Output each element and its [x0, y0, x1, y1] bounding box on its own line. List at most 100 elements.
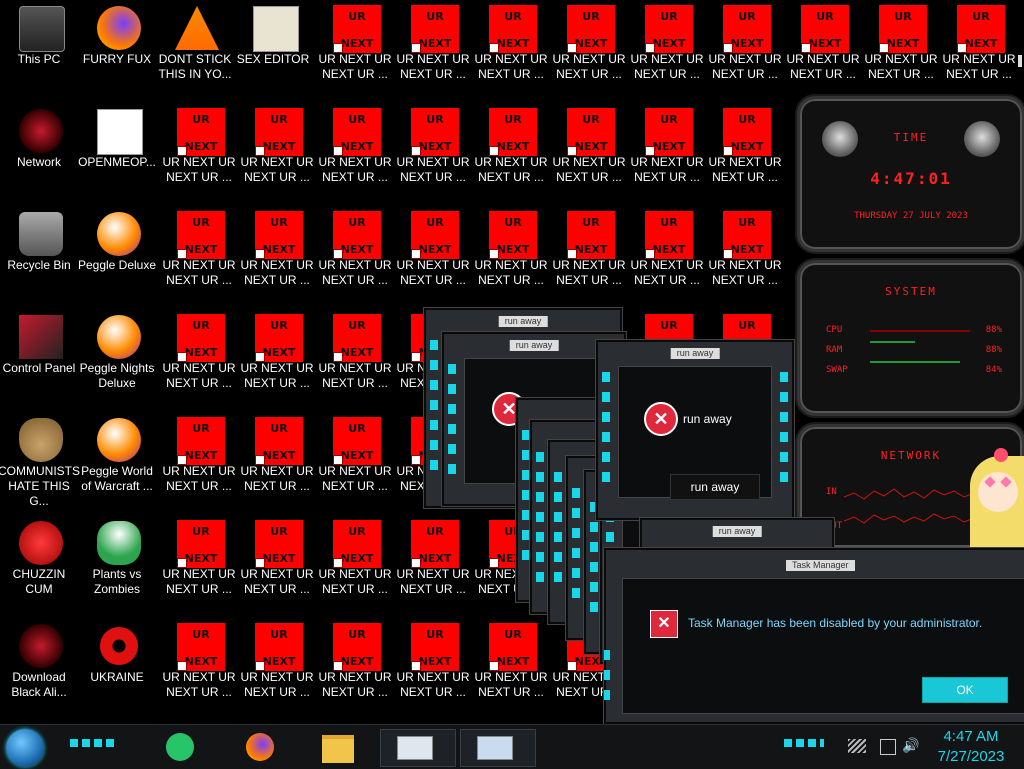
taskbar-clock[interactable]: 4:47 AM 7/27/2023	[928, 727, 1014, 767]
ur-next-shortcut[interactable]: URNEXTUR NEXT UR NEXT UR ...	[160, 103, 238, 203]
ur-next-shortcut[interactable]: URNEXTUR NEXT UR NEXT UR ...	[394, 206, 472, 306]
show-hidden-icons-button[interactable]	[848, 739, 866, 753]
desktop-icon-label: UR NEXT UR NEXT UR ...	[240, 361, 314, 390]
desktop-icon-label: UR NEXT UR NEXT UR ...	[630, 52, 704, 81]
clock-date: THURSDAY 27 JULY 2023	[854, 211, 968, 221]
ur-text: UR	[426, 10, 444, 23]
ur-next-shortcut[interactable]: URNEXTUR NEXT UR NEXT UR ...	[394, 103, 472, 203]
taskbar-app-explorer[interactable]	[316, 729, 360, 765]
ur-next-shortcut[interactable]: URNEXTUR NEXT UR NEXT UR ...	[316, 515, 394, 615]
ur-next-shortcut[interactable]: URNEXTUR NEXT UR NEXT UR ...	[160, 618, 238, 718]
ur-next-shortcut[interactable]: URNEXTUR NEXT UR NEXT UR ...	[628, 206, 706, 306]
runaway-button[interactable]: run away	[670, 474, 760, 500]
ur-next-shortcut[interactable]: URNEXTUR NEXT UR NEXT UR ...	[238, 309, 316, 409]
ur-next-tile-icon: URNEXT	[333, 520, 381, 568]
ur-next-shortcut[interactable]: URNEXTUR NEXT UR NEXT UR ...	[316, 618, 394, 718]
desktop-icon[interactable]: CHUZZIN CUM	[0, 515, 78, 615]
dialog-caption: run away	[509, 340, 559, 351]
desktop-icon[interactable]: SEX EDITOR	[234, 0, 312, 100]
this-pc-icon	[19, 6, 65, 52]
clock-date: 7/27/2023	[937, 748, 1005, 765]
desktop-icon[interactable]: Peggle Nights Deluxe	[78, 309, 156, 409]
ur-next-shortcut[interactable]: URNEXTUR NEXT UR NEXT UR ...	[316, 0, 394, 100]
ur-next-shortcut[interactable]: URNEXTUR NEXT UR NEXT UR ...	[238, 206, 316, 306]
ur-next-shortcut[interactable]: URNEXTUR NEXT UR NEXT UR ...	[472, 103, 550, 203]
desktop-icon[interactable]: OPENMEOP...	[78, 103, 156, 203]
money-bag-icon	[19, 418, 63, 462]
ur-text: UR	[348, 422, 366, 435]
ur-next-tile-icon: URNEXT	[255, 211, 303, 259]
ur-next-shortcut[interactable]: URNEXTUR NEXT UR NEXT UR ...	[394, 618, 472, 718]
taskbar-app-firefox[interactable]	[238, 729, 282, 765]
start-button[interactable]	[6, 729, 44, 767]
peggle-icon	[97, 418, 141, 462]
desktop-icon[interactable]: Plants vs Zombies	[78, 515, 156, 615]
desktop-icon[interactable]: Control Panel	[0, 309, 78, 409]
ur-next-shortcut[interactable]: URNEXTUR NEXT UR NEXT UR ...	[316, 309, 394, 409]
desktop-icon[interactable]: Recycle Bin	[0, 206, 78, 306]
ur-next-tile-icon: URNEXT	[411, 108, 459, 156]
ur-next-tile-icon: URNEXT	[411, 211, 459, 259]
desktop-icon[interactable]: UKRAINE	[78, 618, 156, 718]
ur-next-shortcut[interactable]: URNEXTUR NEXT UR NEXT UR ...	[472, 206, 550, 306]
ur-next-shortcut[interactable]: URNEXTUR NEXT UR NEXT UR ...	[706, 103, 784, 203]
ur-next-shortcut[interactable]: URNEXTUR NEXT UR NEXT UR ...	[862, 0, 940, 100]
ur-text: UR	[348, 319, 366, 332]
taskbar-app-notes[interactable]	[158, 729, 202, 765]
desktop-icon-label: UR NEXT UR NEXT UR ...	[396, 52, 470, 81]
desktop-icon[interactable]: Peggle World of Warcraft ...	[78, 412, 156, 512]
desktop-icon[interactable]: Download Black Ali...	[0, 618, 78, 718]
ur-text: UR	[192, 319, 210, 332]
ur-next-shortcut[interactable]: URNEXTUR NEXT UR NEXT UR ...	[394, 0, 472, 100]
desktop-icon-label: UR NEXT UR NEXT UR ...	[162, 670, 236, 699]
ur-next-shortcut[interactable]: URNEXTUR NEXT UR NEXT UR ...	[160, 206, 238, 306]
ur-text: UR	[972, 10, 990, 23]
volume-icon[interactable]: 🔊	[902, 737, 920, 755]
desktop-icon[interactable]: FURRY FUX	[78, 0, 156, 100]
clock-time: 4:47 AM	[943, 728, 999, 745]
ur-next-shortcut[interactable]: URNEXTUR NEXT UR NEXT UR ...	[940, 0, 1018, 100]
desktop-icon-label: UR NEXT UR NEXT UR ...	[318, 52, 392, 81]
ur-text: UR	[738, 113, 756, 126]
ur-next-shortcut[interactable]: URNEXTUR NEXT UR NEXT UR ...	[160, 515, 238, 615]
desktop-icon-label: OPENMEOP...	[78, 155, 156, 169]
ur-next-shortcut[interactable]: URNEXTUR NEXT UR NEXT UR ...	[238, 412, 316, 512]
ur-next-shortcut[interactable]: URNEXTUR NEXT UR NEXT UR ...	[472, 618, 550, 718]
desktop-icon[interactable]: DONT STICK THIS IN YO...	[156, 0, 234, 100]
ok-button[interactable]: OK	[922, 677, 1008, 703]
ur-next-shortcut[interactable]: URNEXTUR NEXT UR NEXT UR ...	[316, 206, 394, 306]
ur-next-shortcut[interactable]: URNEXTUR NEXT UR NEXT UR ...	[706, 206, 784, 306]
ur-next-shortcut[interactable]: URNEXTUR NEXT UR NEXT UR ...	[472, 0, 550, 100]
ur-next-shortcut[interactable]: URNEXTUR NEXT UR NEXT UR ...	[784, 0, 862, 100]
ur-text: UR	[660, 113, 678, 126]
firefox-icon	[246, 733, 274, 761]
ur-next-shortcut[interactable]: URNEXTUR NEXT UR NEXT UR ...	[550, 103, 628, 203]
scroll-marker	[1018, 55, 1022, 67]
system-title: SYSTEM	[885, 285, 937, 298]
ur-next-shortcut[interactable]: URNEXTUR NEXT UR NEXT UR ...	[238, 618, 316, 718]
ur-next-shortcut[interactable]: URNEXTUR NEXT UR NEXT UR ...	[628, 103, 706, 203]
desktop-icon[interactable]: Network	[0, 103, 78, 203]
ur-next-shortcut[interactable]: URNEXTUR NEXT UR NEXT UR ...	[160, 412, 238, 512]
ur-next-shortcut[interactable]: URNEXTUR NEXT UR NEXT UR ...	[550, 0, 628, 100]
network-tray-icon[interactable]	[880, 739, 896, 755]
ur-next-shortcut[interactable]: URNEXTUR NEXT UR NEXT UR ...	[316, 103, 394, 203]
taskbar-app-window-1[interactable]	[380, 729, 456, 767]
desktop-icon[interactable]: This PC	[0, 0, 78, 100]
peggle-icon	[97, 212, 141, 256]
ur-next-shortcut[interactable]: URNEXTUR NEXT UR NEXT UR ...	[160, 309, 238, 409]
ur-next-shortcut[interactable]: URNEXTUR NEXT UR NEXT UR ...	[238, 103, 316, 203]
ur-next-shortcut[interactable]: URNEXTUR NEXT UR NEXT UR ...	[238, 515, 316, 615]
taskbar-app-window-2[interactable]	[460, 729, 536, 767]
ur-next-shortcut[interactable]: URNEXTUR NEXT UR NEXT UR ...	[550, 206, 628, 306]
ur-next-shortcut[interactable]: URNEXTUR NEXT UR NEXT UR ...	[628, 0, 706, 100]
ur-next-tile-icon: URNEXT	[801, 5, 849, 53]
desktop-icon[interactable]: COMMUNISTS HATE THIS G...	[0, 412, 80, 512]
desktop-icon-label: UR NEXT UR NEXT UR ...	[162, 464, 236, 493]
desktop-icon-label: Peggle Deluxe	[77, 258, 157, 272]
ur-next-shortcut[interactable]: URNEXTUR NEXT UR NEXT UR ...	[394, 515, 472, 615]
ur-next-shortcut[interactable]: URNEXTUR NEXT UR NEXT UR ...	[316, 412, 394, 512]
ur-next-shortcut[interactable]: URNEXTUR NEXT UR NEXT UR ...	[706, 0, 784, 100]
ur-next-tile-icon: URNEXT	[411, 5, 459, 53]
desktop-icon[interactable]: Peggle Deluxe	[78, 206, 156, 306]
